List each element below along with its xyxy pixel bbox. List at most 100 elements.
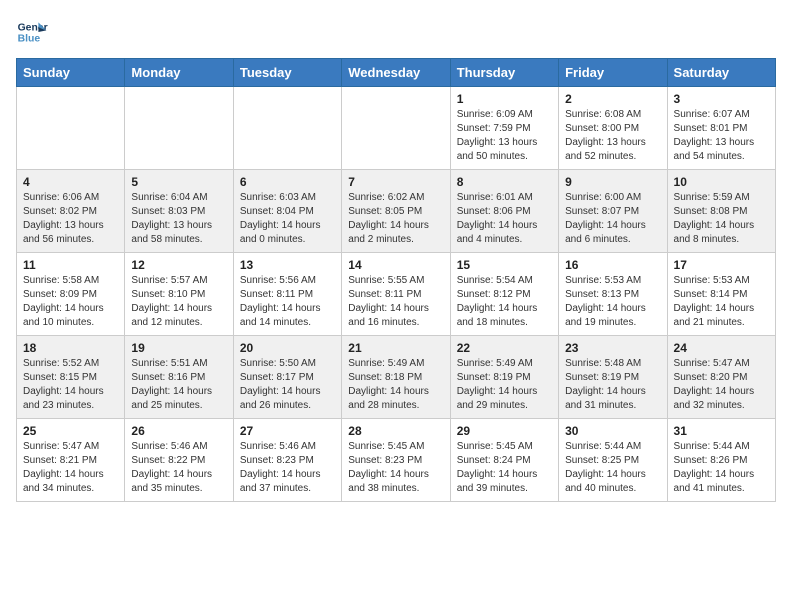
day-number: 24 xyxy=(674,341,769,355)
day-info: Sunrise: 5:44 AM Sunset: 8:25 PM Dayligh… xyxy=(565,440,660,496)
calendar-cell: 30 Sunrise: 5:44 AM Sunset: 8:25 PM Dayli… xyxy=(559,419,667,502)
day-header-monday: Monday xyxy=(125,59,233,87)
day-info: Sunrise: 6:03 AM Sunset: 8:04 PM Dayligh… xyxy=(240,191,335,247)
calendar-week-3: 11 Sunrise: 5:58 AM Sunset: 8:09 PM Dayli… xyxy=(17,253,776,336)
day-info: Sunrise: 6:00 AM Sunset: 8:07 PM Dayligh… xyxy=(565,191,660,247)
calendar-cell: 16 Sunrise: 5:53 AM Sunset: 8:13 PM Dayli… xyxy=(559,253,667,336)
day-info: Sunrise: 6:04 AM Sunset: 8:03 PM Dayligh… xyxy=(131,191,226,247)
day-number: 8 xyxy=(457,175,552,189)
day-info: Sunrise: 5:45 AM Sunset: 8:24 PM Dayligh… xyxy=(457,440,552,496)
calendar-cell xyxy=(233,87,341,170)
day-info: Sunrise: 5:53 AM Sunset: 8:14 PM Dayligh… xyxy=(674,274,769,330)
calendar-cell: 23 Sunrise: 5:48 AM Sunset: 8:19 PM Dayli… xyxy=(559,336,667,419)
day-info: Sunrise: 6:07 AM Sunset: 8:01 PM Dayligh… xyxy=(674,108,769,164)
day-number: 22 xyxy=(457,341,552,355)
day-info: Sunrise: 5:59 AM Sunset: 8:08 PM Dayligh… xyxy=(674,191,769,247)
logo-icon: General Blue xyxy=(16,16,48,48)
day-info: Sunrise: 5:44 AM Sunset: 8:26 PM Dayligh… xyxy=(674,440,769,496)
day-info: Sunrise: 5:58 AM Sunset: 8:09 PM Dayligh… xyxy=(23,274,118,330)
day-info: Sunrise: 5:52 AM Sunset: 8:15 PM Dayligh… xyxy=(23,357,118,413)
day-header-sunday: Sunday xyxy=(17,59,125,87)
day-number: 16 xyxy=(565,258,660,272)
calendar-cell: 12Sunrise: 5:57 AM Sunset: 8:10 PM Dayli… xyxy=(125,253,233,336)
day-number: 27 xyxy=(240,424,335,438)
day-number: 7 xyxy=(348,175,443,189)
svg-text:Blue: Blue xyxy=(18,34,41,45)
calendar-cell xyxy=(342,87,450,170)
calendar-cell: 8Sunrise: 6:01 AM Sunset: 8:06 PM Daylig… xyxy=(450,170,558,253)
calendar-cell: 26 Sunrise: 5:46 AM Sunset: 8:22 PM Dayli… xyxy=(125,419,233,502)
calendar-cell: 24 Sunrise: 5:47 AM Sunset: 8:20 PM Dayli… xyxy=(667,336,775,419)
day-number: 14 xyxy=(348,258,443,272)
day-number: 1 xyxy=(457,92,552,106)
calendar-cell: 15 Sunrise: 5:54 AM Sunset: 8:12 PM Dayli… xyxy=(450,253,558,336)
day-number: 28 xyxy=(348,424,443,438)
calendar-week-1: 1 Sunrise: 6:09 AM Sunset: 7:59 PM Daylig… xyxy=(17,87,776,170)
calendar-cell: 17 Sunrise: 5:53 AM Sunset: 8:14 PM Dayli… xyxy=(667,253,775,336)
day-number: 10 xyxy=(674,175,769,189)
calendar-cell: 5 Sunrise: 6:04 AM Sunset: 8:03 PM Daylig… xyxy=(125,170,233,253)
day-number: 29 xyxy=(457,424,552,438)
day-number: 17 xyxy=(674,258,769,272)
day-number: 9 xyxy=(565,175,660,189)
day-header-saturday: Saturday xyxy=(667,59,775,87)
calendar-cell: 27 Sunrise: 5:46 AM Sunset: 8:23 PM Dayli… xyxy=(233,419,341,502)
day-info: Sunrise: 6:02 AM Sunset: 8:05 PM Dayligh… xyxy=(348,191,443,247)
day-number: 20 xyxy=(240,341,335,355)
calendar-cell: 29 Sunrise: 5:45 AM Sunset: 8:24 PM Dayli… xyxy=(450,419,558,502)
calendar: SundayMondayTuesdayWednesdayThursdayFrid… xyxy=(16,58,776,502)
day-info: Sunrise: 6:08 AM Sunset: 8:00 PM Dayligh… xyxy=(565,108,660,164)
calendar-cell: 19 Sunrise: 5:51 AM Sunset: 8:16 PM Dayli… xyxy=(125,336,233,419)
calendar-cell: 7 Sunrise: 6:02 AM Sunset: 8:05 PM Daylig… xyxy=(342,170,450,253)
day-number: 13 xyxy=(240,258,335,272)
day-info: Sunrise: 5:49 AM Sunset: 8:18 PM Dayligh… xyxy=(348,357,443,413)
calendar-cell: 9 Sunrise: 6:00 AM Sunset: 8:07 PM Daylig… xyxy=(559,170,667,253)
day-info: Sunrise: 5:51 AM Sunset: 8:16 PM Dayligh… xyxy=(131,357,226,413)
calendar-cell: 1 Sunrise: 6:09 AM Sunset: 7:59 PM Daylig… xyxy=(450,87,558,170)
day-info: Sunrise: 6:09 AM Sunset: 7:59 PM Dayligh… xyxy=(457,108,552,164)
day-number: 21 xyxy=(348,341,443,355)
calendar-cell: 2Sunrise: 6:08 AM Sunset: 8:00 PM Daylig… xyxy=(559,87,667,170)
day-info: Sunrise: 5:49 AM Sunset: 8:19 PM Dayligh… xyxy=(457,357,552,413)
day-header-friday: Friday xyxy=(559,59,667,87)
calendar-cell xyxy=(125,87,233,170)
day-number: 26 xyxy=(131,424,226,438)
day-info: Sunrise: 5:55 AM Sunset: 8:11 PM Dayligh… xyxy=(348,274,443,330)
calendar-cell: 10 Sunrise: 5:59 AM Sunset: 8:08 PM Dayli… xyxy=(667,170,775,253)
day-info: Sunrise: 5:56 AM Sunset: 8:11 PM Dayligh… xyxy=(240,274,335,330)
day-header-thursday: Thursday xyxy=(450,59,558,87)
day-info: Sunrise: 5:48 AM Sunset: 8:19 PM Dayligh… xyxy=(565,357,660,413)
calendar-week-4: 18Sunrise: 5:52 AM Sunset: 8:15 PM Dayli… xyxy=(17,336,776,419)
calendar-cell: 20 Sunrise: 5:50 AM Sunset: 8:17 PM Dayli… xyxy=(233,336,341,419)
day-info: Sunrise: 5:46 AM Sunset: 8:22 PM Dayligh… xyxy=(131,440,226,496)
calendar-cell: 14 Sunrise: 5:55 AM Sunset: 8:11 PM Dayli… xyxy=(342,253,450,336)
calendar-cell: 28 Sunrise: 5:45 AM Sunset: 8:23 PM Dayli… xyxy=(342,419,450,502)
calendar-cell: 21 Sunrise: 5:49 AM Sunset: 8:18 PM Dayli… xyxy=(342,336,450,419)
calendar-cell: 4Sunrise: 6:06 AM Sunset: 8:02 PM Daylig… xyxy=(17,170,125,253)
day-header-tuesday: Tuesday xyxy=(233,59,341,87)
day-info: Sunrise: 5:46 AM Sunset: 8:23 PM Dayligh… xyxy=(240,440,335,496)
day-number: 15 xyxy=(457,258,552,272)
logo: General Blue xyxy=(16,16,48,48)
day-number: 31 xyxy=(674,424,769,438)
calendar-cell: 11 Sunrise: 5:58 AM Sunset: 8:09 PM Dayli… xyxy=(17,253,125,336)
day-info: Sunrise: 5:57 AM Sunset: 8:10 PM Dayligh… xyxy=(131,274,226,330)
day-info: Sunrise: 5:54 AM Sunset: 8:12 PM Dayligh… xyxy=(457,274,552,330)
day-number: 19 xyxy=(131,341,226,355)
day-info: Sunrise: 5:47 AM Sunset: 8:21 PM Dayligh… xyxy=(23,440,118,496)
calendar-cell xyxy=(17,87,125,170)
day-number: 11 xyxy=(23,258,118,272)
calendar-cell: 31 Sunrise: 5:44 AM Sunset: 8:26 PM Dayli… xyxy=(667,419,775,502)
day-number: 5 xyxy=(131,175,226,189)
day-number: 3 xyxy=(674,92,769,106)
day-number: 30 xyxy=(565,424,660,438)
day-info: Sunrise: 5:53 AM Sunset: 8:13 PM Dayligh… xyxy=(565,274,660,330)
calendar-cell: 6Sunrise: 6:03 AM Sunset: 8:04 PM Daylig… xyxy=(233,170,341,253)
day-info: Sunrise: 5:45 AM Sunset: 8:23 PM Dayligh… xyxy=(348,440,443,496)
day-number: 23 xyxy=(565,341,660,355)
day-info: Sunrise: 5:50 AM Sunset: 8:17 PM Dayligh… xyxy=(240,357,335,413)
day-info: Sunrise: 5:47 AM Sunset: 8:20 PM Dayligh… xyxy=(674,357,769,413)
calendar-cell: 18Sunrise: 5:52 AM Sunset: 8:15 PM Dayli… xyxy=(17,336,125,419)
calendar-cell: 25Sunrise: 5:47 AM Sunset: 8:21 PM Dayli… xyxy=(17,419,125,502)
day-number: 4 xyxy=(23,175,118,189)
